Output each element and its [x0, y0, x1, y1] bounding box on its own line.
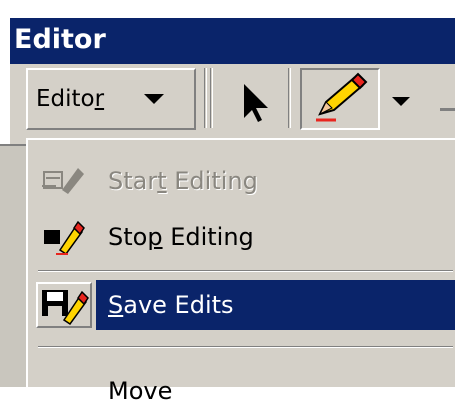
sketch-tool-button[interactable]	[300, 68, 380, 130]
menu-item-label: Save Edits	[108, 291, 234, 319]
underlying-window-strip	[0, 144, 26, 387]
menu-item-move[interactable]: Move	[34, 366, 455, 416]
start-editing-icon	[42, 168, 84, 194]
arrow-pointer-icon	[244, 84, 268, 122]
menu-item-label: Move	[108, 377, 173, 405]
menu-separator	[38, 346, 453, 348]
dropdown-arrow-icon	[144, 94, 164, 104]
menu-item-label: Stop Editing	[108, 223, 254, 251]
toolbar-separator	[288, 68, 291, 128]
chevron-down-icon[interactable]	[392, 97, 410, 106]
save-edits-icon-frame	[36, 282, 92, 328]
edit-tool-button[interactable]	[232, 78, 282, 124]
toolbar-separator	[204, 68, 207, 128]
toolbar-separator	[210, 68, 213, 128]
save-edits-icon	[42, 290, 89, 326]
pencil-sketch-icon	[316, 72, 368, 122]
editor-menu-dropdown[interactable]: Editor	[26, 68, 196, 130]
menu-item-save-edits[interactable]: Save Edits	[34, 280, 455, 330]
editor-menu-label: Editor	[36, 86, 105, 112]
stop-editing-icon	[44, 220, 85, 256]
titlebar-title: Editor	[14, 24, 106, 55]
toolbar-overflow-tick	[440, 108, 455, 111]
menu-item-start-editing[interactable]: Start Editing	[34, 156, 455, 206]
editor-toolbar-titlebar[interactable]: Editor	[10, 18, 455, 64]
divider	[0, 144, 26, 146]
menu-separator	[38, 270, 453, 272]
menu-item-label: Start Editing	[108, 167, 258, 195]
menu-item-stop-editing[interactable]: Stop Editing	[34, 212, 455, 262]
